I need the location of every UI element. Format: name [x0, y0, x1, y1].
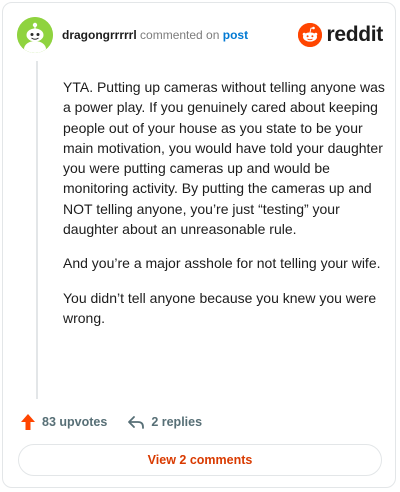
comment-paragraph: YTA. Putting up cameras without telling …	[63, 79, 385, 238]
snoo-avatar-icon	[17, 17, 53, 53]
comment-body: YTA. Putting up cameras without telling …	[63, 77, 385, 342]
replies-count: 2 replies	[151, 415, 203, 429]
user-avatar[interactable]	[17, 17, 53, 53]
reddit-wordmark: reddit	[326, 23, 383, 46]
comment-paragraph: And you’re a major asshole for not telli…	[63, 255, 381, 272]
comment-card: dragongrrrrrl commented on post reddit Y…	[2, 2, 396, 488]
comment-actions: 83 upvotes 2 replies	[20, 411, 222, 433]
thread-line	[36, 61, 38, 399]
view-comments-button[interactable]: View 2 comments	[18, 444, 382, 476]
reddit-brand[interactable]: reddit	[298, 22, 383, 48]
reply-arrow-icon	[128, 416, 145, 429]
upvote-arrow-icon	[21, 414, 35, 430]
comment-paragraph: You didn’t tell anyone because you knew …	[63, 289, 377, 326]
reddit-logo-icon	[298, 23, 323, 47]
upvote-button[interactable]: 83 upvotes	[20, 413, 107, 431]
comment-meta: dragongrrrrrl commented on post	[62, 28, 248, 42]
post-link[interactable]: post	[223, 28, 248, 42]
action-text: commented on	[140, 28, 220, 42]
upvotes-count: 83 upvotes	[42, 415, 108, 429]
comment-header: dragongrrrrrl commented on post reddit	[17, 17, 383, 55]
replies-button[interactable]: 2 replies	[127, 414, 202, 430]
username-link[interactable]: dragongrrrrrl	[62, 28, 137, 42]
